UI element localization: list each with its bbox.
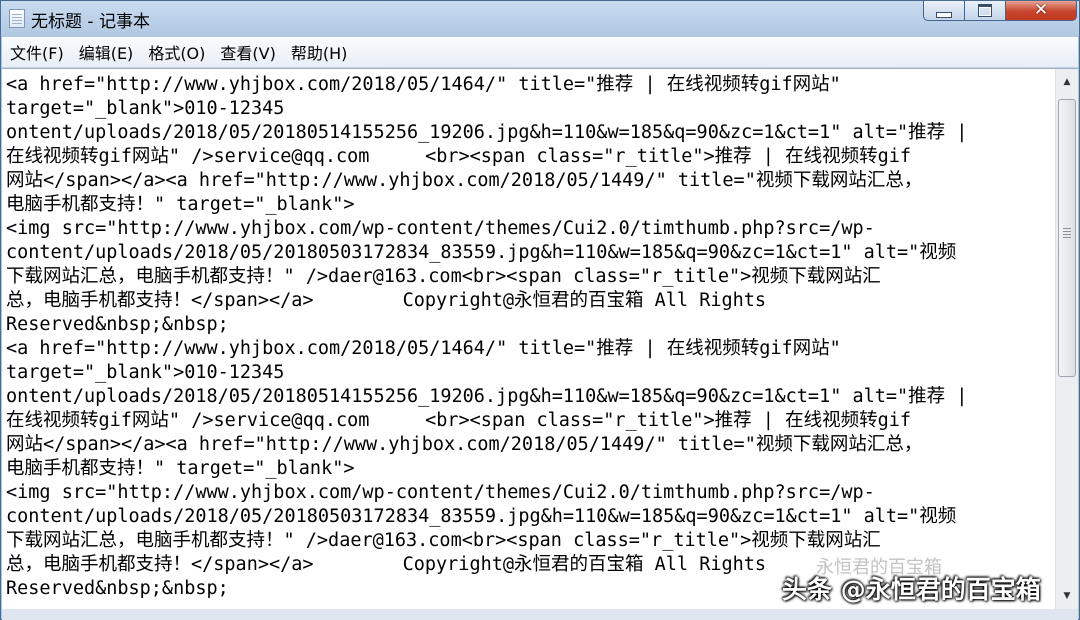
text-line[interactable]: content/uploads/2018/05/20180503172834_8… bbox=[6, 241, 1054, 265]
notepad-icon bbox=[9, 9, 25, 28]
menu-edit[interactable]: 编辑(E) bbox=[72, 40, 141, 64]
window-title: 无标题 - 记事本 bbox=[31, 12, 150, 32]
scroll-down-icon[interactable]: ▼ bbox=[1057, 587, 1077, 605]
title-bar[interactable]: 无标题 - 记事本 ✕ bbox=[1, 1, 1079, 35]
text-line[interactable]: ontent/uploads/2018/05/20180514155256_19… bbox=[6, 121, 1054, 145]
text-line[interactable]: 电脑手机都支持！" target="_blank"> bbox=[6, 457, 1054, 481]
text-line[interactable]: 总，电脑手机都支持！</span></a> Copyright@永恒君的百宝箱 … bbox=[6, 289, 1054, 313]
maximize-icon bbox=[978, 4, 992, 17]
minimize-button[interactable] bbox=[923, 1, 965, 21]
grip-icon bbox=[1063, 228, 1071, 229]
menu-bar: 文件(F) 编辑(E) 格式(O) 查看(V) 帮助(H) bbox=[2, 37, 1078, 68]
text-line[interactable]: Reserved&nbsp;&nbsp; bbox=[6, 313, 1054, 337]
text-line[interactable]: target="_blank">010-12345 bbox=[6, 361, 1054, 385]
text-line[interactable]: 在线视频转gif网站" />service@qq.com <br><span c… bbox=[6, 145, 1054, 169]
text-line[interactable]: <a href="http://www.yhjbox.com/2018/05/1… bbox=[6, 73, 1054, 97]
text-line[interactable]: <img src="http://www.yhjbox.com/wp-conte… bbox=[6, 217, 1054, 241]
menu-format[interactable]: 格式(O) bbox=[141, 40, 212, 64]
watermark: 头条 @永恒君的百宝箱 bbox=[782, 575, 1041, 604]
text-line[interactable]: 下载网站汇总，电脑手机都支持！" />daer@163.com<br><span… bbox=[6, 529, 1054, 553]
close-button[interactable]: ✕ bbox=[1005, 1, 1077, 21]
minimize-icon bbox=[936, 11, 952, 18]
text-line[interactable]: ontent/uploads/2018/05/20180514155256_19… bbox=[6, 385, 1054, 409]
close-icon: ✕ bbox=[1033, 0, 1049, 20]
scroll-up-icon[interactable]: ▲ bbox=[1057, 73, 1077, 91]
text-line[interactable]: 网站</span></a><a href="http://www.yhjbox.… bbox=[6, 433, 1054, 457]
text-line[interactable]: <img src="http://www.yhjbox.com/wp-conte… bbox=[6, 481, 1054, 505]
text-line[interactable]: target="_blank">010-12345 bbox=[6, 97, 1054, 121]
text-line[interactable]: 下载网站汇总，电脑手机都支持！" />daer@163.com<br><span… bbox=[6, 265, 1054, 289]
window-bottom-border bbox=[2, 609, 1078, 620]
text-content[interactable]: <a href="http://www.yhjbox.com/2018/05/1… bbox=[6, 73, 1054, 603]
text-editor[interactable]: <a href="http://www.yhjbox.com/2018/05/1… bbox=[2, 68, 1078, 610]
menu-file[interactable]: 文件(F) bbox=[3, 40, 71, 64]
maximize-button[interactable] bbox=[964, 1, 1006, 21]
text-line[interactable]: 网站</span></a><a href="http://www.yhjbox.… bbox=[6, 169, 1054, 193]
scroll-thumb[interactable] bbox=[1058, 99, 1076, 377]
text-line[interactable]: 电脑手机都支持！" target="_blank"> bbox=[6, 193, 1054, 217]
text-line[interactable]: <a href="http://www.yhjbox.com/2018/05/1… bbox=[6, 337, 1054, 361]
text-line[interactable]: 在线视频转gif网站" />service@qq.com <br><span c… bbox=[6, 409, 1054, 433]
menu-help[interactable]: 帮助(H) bbox=[284, 40, 355, 64]
notepad-window: 无标题 - 记事本 ✕ 文件(F) 编辑(E) 格式(O) 查看(V) 帮助(H… bbox=[0, 0, 1080, 620]
menu-view[interactable]: 查看(V) bbox=[213, 40, 282, 64]
vertical-scrollbar[interactable]: ▲ ▼ bbox=[1055, 69, 1078, 610]
text-line[interactable]: content/uploads/2018/05/20180503172834_8… bbox=[6, 505, 1054, 529]
